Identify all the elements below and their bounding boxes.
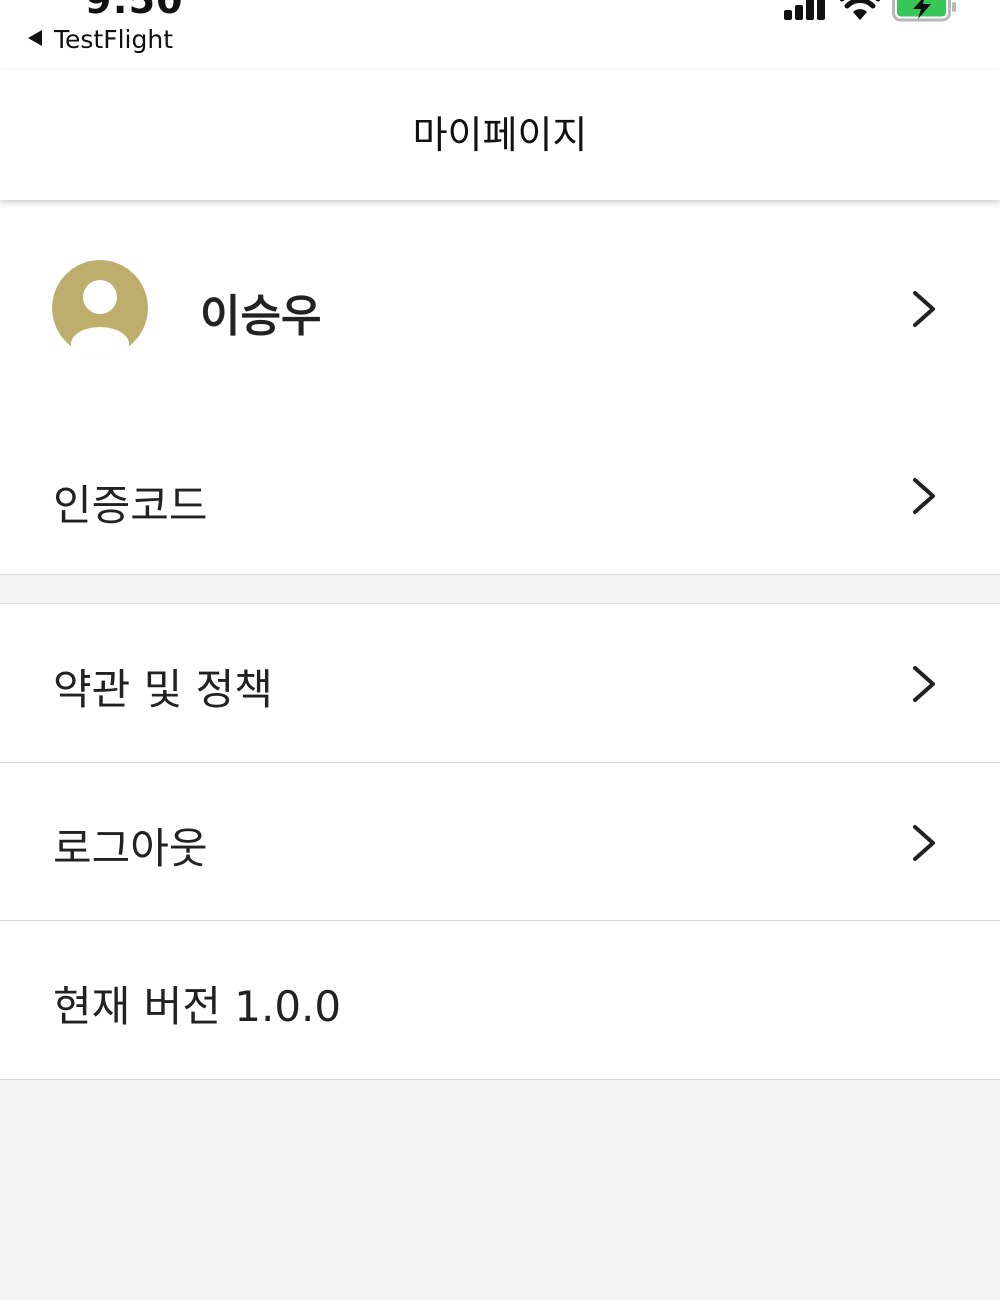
- menu-item-logout[interactable]: 로그아웃: [0, 763, 1000, 920]
- chevron-right-icon: [906, 476, 940, 516]
- back-app-label: TestFlight: [54, 24, 174, 54]
- back-triangle-icon: [26, 25, 44, 54]
- account-section: 이승우 인증코드: [0, 200, 1000, 575]
- version-label: 현재 버전 1.0.0: [53, 982, 342, 1031]
- settings-section: 약관 및 정책 로그아웃 현재 버전 1.0.0: [0, 603, 1000, 1080]
- user-avatar-icon: [52, 260, 148, 356]
- status-bar: 9:50 TestFlight: [0, 0, 1000, 70]
- profile-row[interactable]: 이승우: [0, 200, 1000, 416]
- avatar: [52, 260, 148, 356]
- navigation-bar: 마이페이지: [0, 70, 1000, 200]
- cellular-signal-icon: [782, 0, 828, 26]
- status-icons: [782, 0, 958, 26]
- status-time: 9:50: [85, 0, 184, 22]
- menu-item-label: 약관 및 정책: [53, 665, 273, 714]
- battery-charging-icon: [892, 0, 958, 26]
- chevron-right-icon: [906, 664, 940, 704]
- back-to-app-button[interactable]: TestFlight: [26, 22, 173, 56]
- menu-item-label: 인증코드: [53, 481, 208, 530]
- chevron-right-icon: [906, 289, 940, 329]
- page-title: 마이페이지: [412, 113, 588, 157]
- menu-item-auth-code[interactable]: 인증코드: [0, 416, 1000, 574]
- menu-item-label: 로그아웃: [53, 824, 208, 873]
- profile-name: 이승우: [200, 291, 322, 342]
- version-row: 현재 버전 1.0.0: [0, 921, 1000, 1079]
- chevron-right-icon: [906, 823, 940, 863]
- menu-item-terms[interactable]: 약관 및 정책: [0, 604, 1000, 762]
- wifi-icon: [839, 0, 881, 26]
